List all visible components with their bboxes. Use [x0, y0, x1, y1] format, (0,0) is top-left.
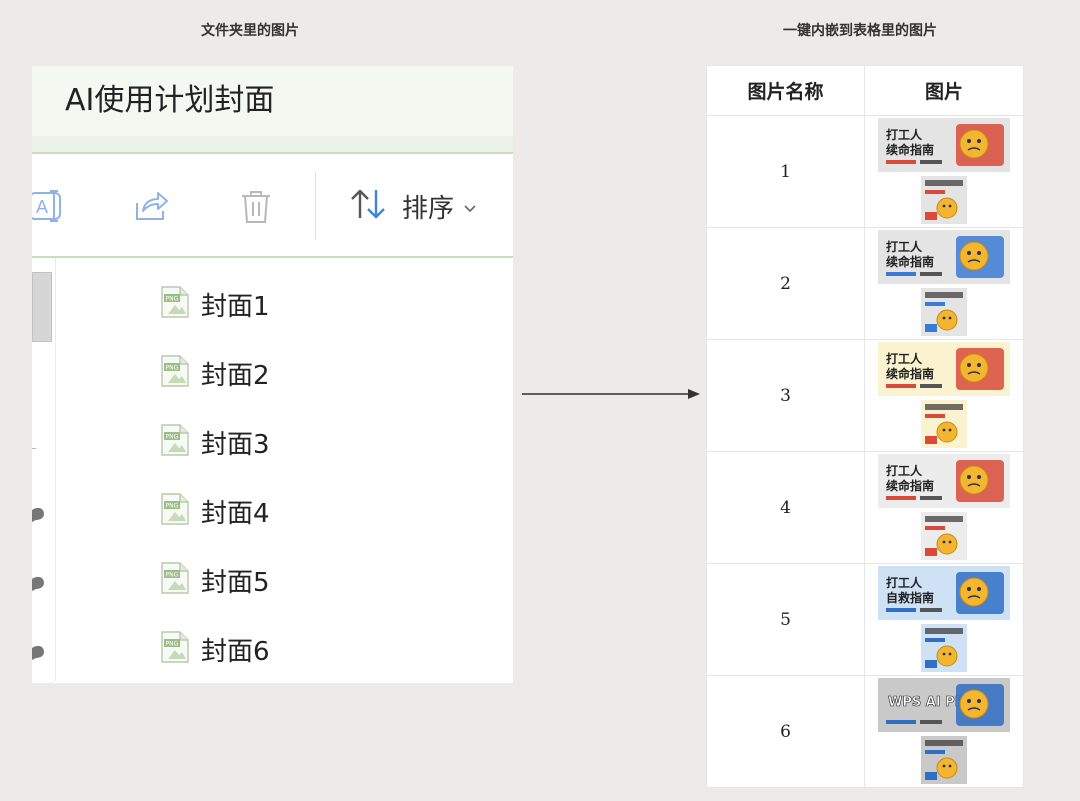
cover-image-large[interactable]: 打工人 续命指南	[878, 342, 1010, 396]
chevron-down-icon[interactable]	[464, 198, 476, 217]
png-file-icon: PNG	[160, 631, 190, 667]
table-row: 4 打工人 续命指南	[706, 451, 1024, 564]
svg-text:A: A	[36, 197, 48, 217]
toolbar: A 排序	[32, 154, 513, 258]
cover-image-large[interactable]: WPS AI PPT	[878, 678, 1010, 732]
trash-icon[interactable]	[240, 189, 272, 229]
cover-image-small[interactable]	[921, 624, 967, 672]
table-row: 3 打工人 续命指南	[706, 339, 1024, 452]
svg-text:打工人: 打工人	[886, 575, 923, 590]
image-cell[interactable]: 打工人 续命指南	[864, 451, 1024, 564]
file-item[interactable]: PNG 封面5	[160, 560, 270, 600]
image-cell[interactable]: 打工人 续命指南	[864, 227, 1024, 340]
svg-text:PNG: PNG	[166, 641, 179, 648]
cover-image-large[interactable]: 打工人 续命指南	[878, 118, 1010, 172]
table-row: 1 打工人 续命指南	[706, 115, 1024, 228]
table-row: 6 WPS AI PPT	[706, 675, 1024, 788]
embedded-images: 打工人 续命指南	[865, 452, 1023, 563]
scrollbar-thumb[interactable]	[32, 272, 52, 342]
file-explorer: AI使用计划封面 A 排序 PNG 封面1 PNG 封面2 PNG 封面3 PN…	[32, 66, 513, 683]
arrow-right-icon	[522, 386, 702, 406]
image-name-cell[interactable]: 3	[706, 339, 865, 452]
cover-image-large[interactable]: 打工人 自救指南	[878, 566, 1010, 620]
column-header-image: 图片	[864, 65, 1024, 116]
pin-icon	[32, 575, 44, 591]
svg-text:自救指南: 自救指南	[886, 590, 934, 605]
cover-image-large[interactable]: 打工人 续命指南	[878, 454, 1010, 508]
png-file-icon: PNG	[160, 355, 190, 391]
cover-image-small[interactable]	[921, 512, 967, 560]
image-cell[interactable]: 打工人 续命指南	[864, 115, 1024, 228]
png-file-icon: PNG	[160, 562, 190, 598]
cover-image-large[interactable]: 打工人 续命指南	[878, 230, 1010, 284]
file-item[interactable]: PNG 封面1	[160, 284, 270, 324]
svg-text:续命指南: 续命指南	[886, 142, 934, 157]
table-body: 1 打工人 续命指南 2 打工人 续命指南 3 打工人 续命指南 4 打工人 续命指南 5 打工人 自救指南…	[706, 115, 1024, 788]
image-cell[interactable]: 打工人 自救指南	[864, 563, 1024, 676]
title-divider	[32, 136, 513, 154]
file-name: 封面3	[201, 429, 270, 460]
file-list: PNG 封面1 PNG 封面2 PNG 封面3 PNG 封面4 PNG 封面5 …	[32, 258, 513, 681]
image-cell[interactable]: WPS AI PPT	[864, 675, 1024, 788]
sort-label: 排序	[402, 193, 455, 224]
svg-text:打工人: 打工人	[886, 463, 923, 478]
png-file-icon: PNG	[160, 493, 190, 529]
image-name-cell[interactable]: 6	[706, 675, 865, 788]
svg-text:续命指南: 续命指南	[886, 254, 934, 269]
image-name-cell[interactable]: 4	[706, 451, 865, 564]
file-name: 封面6	[201, 636, 270, 667]
sort-arrows-icon	[350, 188, 388, 224]
cover-image-small[interactable]	[921, 288, 967, 336]
embedded-images: 打工人 自救指南	[865, 564, 1023, 675]
file-item[interactable]: PNG 封面4	[160, 491, 270, 531]
nav-pane-edge	[32, 258, 56, 681]
cover-image-small[interactable]	[921, 400, 967, 448]
right-caption: 一键内嵌到表格里的图片	[783, 23, 937, 39]
png-file-icon: PNG	[160, 424, 190, 460]
cover-image-small[interactable]	[921, 176, 967, 224]
table-row: 2 打工人 续命指南	[706, 227, 1024, 340]
svg-text:PNG: PNG	[166, 296, 179, 303]
edge-tick	[32, 448, 36, 449]
svg-text:续命指南: 续命指南	[886, 478, 934, 493]
svg-text:PNG: PNG	[166, 365, 179, 372]
toolbar-divider	[315, 172, 316, 240]
pin-icon	[32, 506, 44, 522]
file-name: 封面1	[201, 291, 270, 322]
rename-icon[interactable]: A	[32, 189, 66, 227]
file-name: 封面4	[201, 498, 270, 529]
svg-text:打工人: 打工人	[886, 239, 923, 254]
embedded-images: WPS AI PPT	[865, 676, 1023, 787]
file-item[interactable]: PNG 封面3	[160, 422, 270, 462]
left-caption: 文件夹里的图片	[201, 23, 299, 39]
file-name: 封面2	[201, 360, 270, 391]
file-item[interactable]: PNG 封面6	[160, 629, 270, 669]
sort-button[interactable]: 排序	[350, 184, 476, 228]
image-table: 图片名称 图片 1 打工人 续命指南 2 打工人 续命指南 3 打工人 续命指南 4 打工人 续命指南…	[706, 65, 1024, 788]
svg-text:PNG: PNG	[166, 503, 179, 510]
cover-image-small[interactable]	[921, 736, 967, 784]
svg-text:续命指南: 续命指南	[886, 366, 934, 381]
svg-text:打工人: 打工人	[886, 351, 923, 366]
embedded-images: 打工人 续命指南	[865, 340, 1023, 451]
folder-title: AI使用计划封面	[32, 66, 513, 136]
png-file-icon: PNG	[160, 286, 190, 322]
column-header-name: 图片名称	[706, 65, 865, 116]
svg-text:PNG: PNG	[166, 434, 179, 441]
embedded-images: 打工人 续命指南	[865, 228, 1023, 339]
image-name-cell[interactable]: 5	[706, 563, 865, 676]
image-name-cell[interactable]: 2	[706, 227, 865, 340]
svg-text:打工人: 打工人	[886, 127, 923, 142]
image-cell[interactable]: 打工人 续命指南	[864, 339, 1024, 452]
embedded-images: 打工人 续命指南	[865, 116, 1023, 227]
image-name-cell[interactable]: 1	[706, 115, 865, 228]
pin-icon	[32, 644, 44, 660]
file-item[interactable]: PNG 封面2	[160, 353, 270, 393]
svg-text:PNG: PNG	[166, 572, 179, 579]
share-icon[interactable]	[134, 189, 170, 227]
file-name: 封面5	[201, 567, 270, 598]
table-row: 5 打工人 自救指南	[706, 563, 1024, 676]
